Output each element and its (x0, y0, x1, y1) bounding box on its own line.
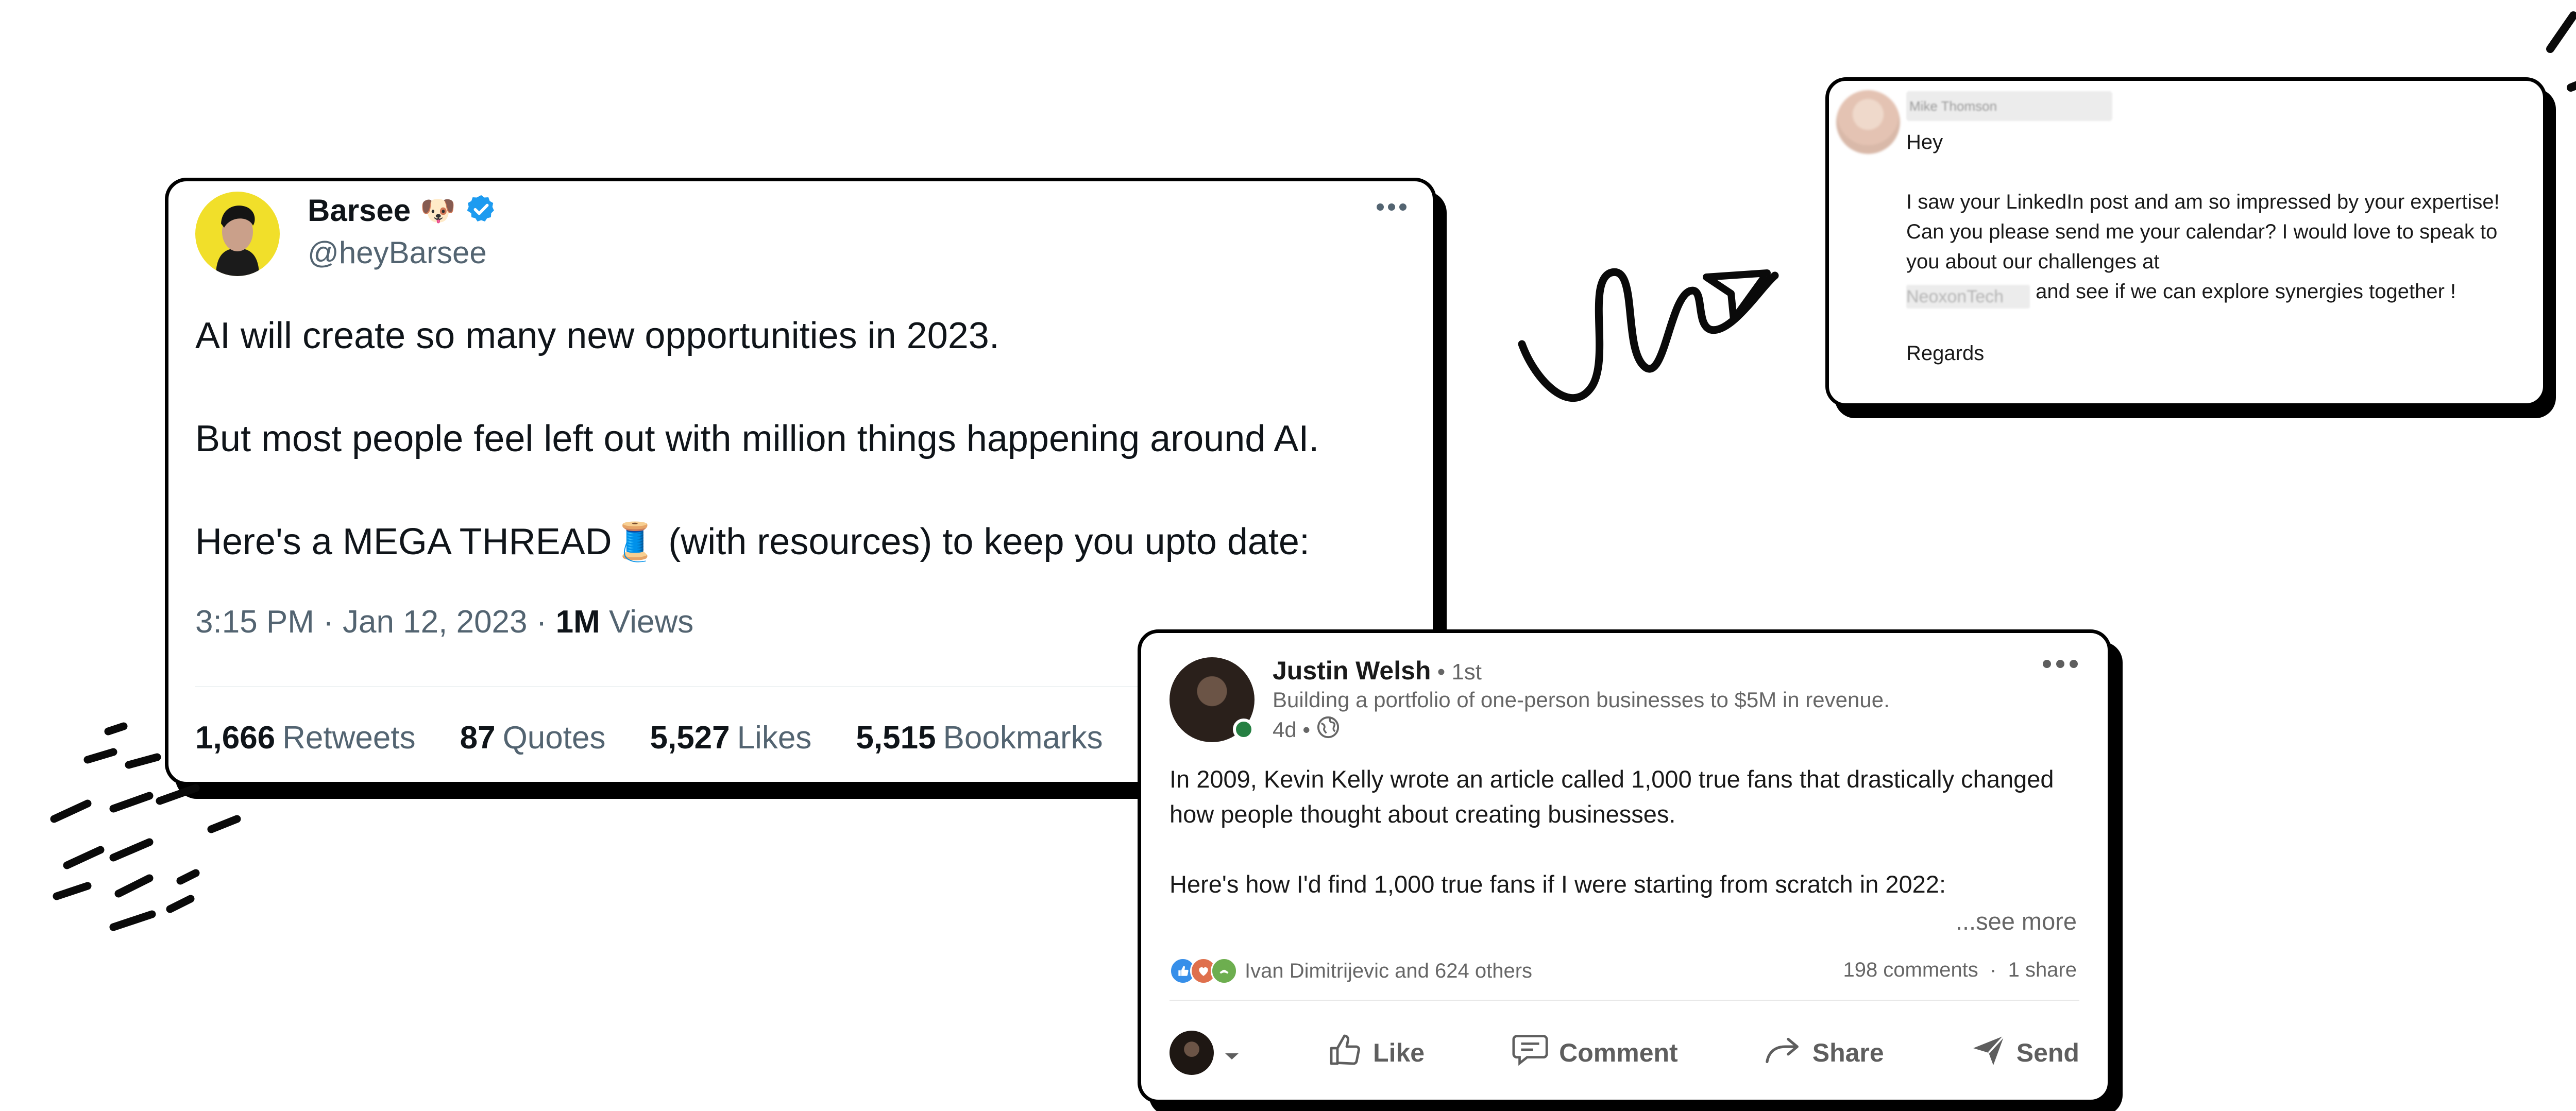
more-options-icon[interactable] (2042, 659, 2079, 672)
see-more-link[interactable]: ...see more (1956, 907, 2077, 935)
globe-icon (1316, 715, 1340, 744)
tweet-paragraph: Here's a MEGA THREAD🧵 (with resources) t… (195, 521, 1310, 562)
shares-count[interactable]: 1 share (2008, 959, 2077, 981)
hatch-marks-decoration (50, 722, 241, 931)
post-action-bar: Like Comment Share Send (1170, 1024, 2079, 1081)
reaction-identity-selector[interactable] (1170, 1031, 1241, 1075)
tweet-paragraph: But most people feel left out with milli… (195, 418, 1319, 459)
views-count: 1M (555, 604, 600, 640)
message-greeting: Hey (1906, 131, 1943, 153)
tweet-paragraph: AI will create so many new opportunities… (195, 315, 999, 356)
tweet-text: AI will create so many new opportunities… (195, 310, 1401, 619)
send-icon (1970, 1031, 2007, 1074)
connection-degree: • 1st (1431, 659, 1482, 685)
tweet-meta: 3:15 PM · Jan 12, 2023 · 1M Views (195, 604, 693, 640)
sender-name-blurred: Mike Thomson (1906, 91, 2112, 121)
more-options-icon[interactable] (1375, 202, 1408, 215)
message-paragraph: I saw your LinkedIn post and am so impre… (1906, 187, 2524, 309)
like-button[interactable]: Like (1327, 1031, 1425, 1074)
comment-button[interactable]: Comment (1511, 1031, 1678, 1074)
post-time: 4d • (1273, 717, 1311, 742)
linkedin-message-card: Mike Thomson Hey I saw your LinkedIn pos… (1825, 77, 2547, 407)
share-button[interactable]: Share (1764, 1031, 1884, 1074)
likes-stat[interactable]: 5,527 Likes (650, 720, 811, 756)
viewer-avatar (1170, 1031, 1214, 1075)
engagement-counts: 198 comments · 1 share (1843, 959, 2077, 981)
divider (1170, 1000, 2079, 1001)
dog-emoji: 🐶 (420, 194, 456, 227)
post-author-name[interactable]: Justin Welsh (1273, 656, 1431, 685)
post-paragraph: Here's how I'd find 1,000 true fans if I… (1170, 870, 1946, 898)
bookmarks-stat[interactable]: 5,515 Bookmarks (856, 720, 1103, 756)
linkedin-post-card: Justin Welsh • 1st Building a portfolio … (1138, 629, 2111, 1103)
reactions-text: Ivan Dimitrijevic and 624 others (1245, 959, 1533, 982)
online-status-dot (1233, 719, 1255, 740)
post-text: In 2009, Kevin Kelly wrote an article ca… (1170, 762, 2092, 937)
message-body: Hey I saw your LinkedIn post and am so i… (1906, 127, 2524, 398)
tweet-avatar[interactable] (195, 192, 280, 276)
comment-icon (1511, 1031, 1550, 1074)
post-paragraph: In 2009, Kevin Kelly wrote an article ca… (1170, 765, 2054, 828)
comments-count[interactable]: 198 comments (1843, 959, 1978, 981)
views-label: Views (600, 604, 694, 640)
tweet-timestamp[interactable]: 3:15 PM · Jan 12, 2023 · (195, 604, 556, 640)
sender-avatar[interactable] (1836, 90, 1900, 154)
message-closing: Regards (1906, 342, 1985, 365)
caret-down-icon (1223, 1038, 1241, 1068)
verified-badge-icon (465, 193, 497, 228)
quotes-stat[interactable]: 87 Quotes (460, 720, 606, 756)
tweet-stats: 1,666 Retweets 87 Quotes 5,527 Likes 5,515 B… (195, 720, 1103, 756)
company-name-blurred: NeoxonTech (1906, 285, 2030, 309)
share-arrow-icon (1764, 1031, 1803, 1074)
burst-marks-decoration (2546, 11, 2576, 92)
tweet-author-name[interactable]: Barsee (308, 193, 411, 228)
support-reaction-icon (1211, 958, 1238, 984)
post-author-headline: Building a portfolio of one-person busin… (1273, 688, 1890, 712)
send-button[interactable]: Send (1970, 1031, 2079, 1074)
reactions-summary[interactable]: Ivan Dimitrijevic and 624 others (1170, 958, 1532, 984)
tweet-handle[interactable]: @heyBarsee (308, 235, 487, 270)
thumbs-up-icon (1327, 1031, 1364, 1074)
squiggle-arrow-decoration (1518, 268, 1779, 402)
